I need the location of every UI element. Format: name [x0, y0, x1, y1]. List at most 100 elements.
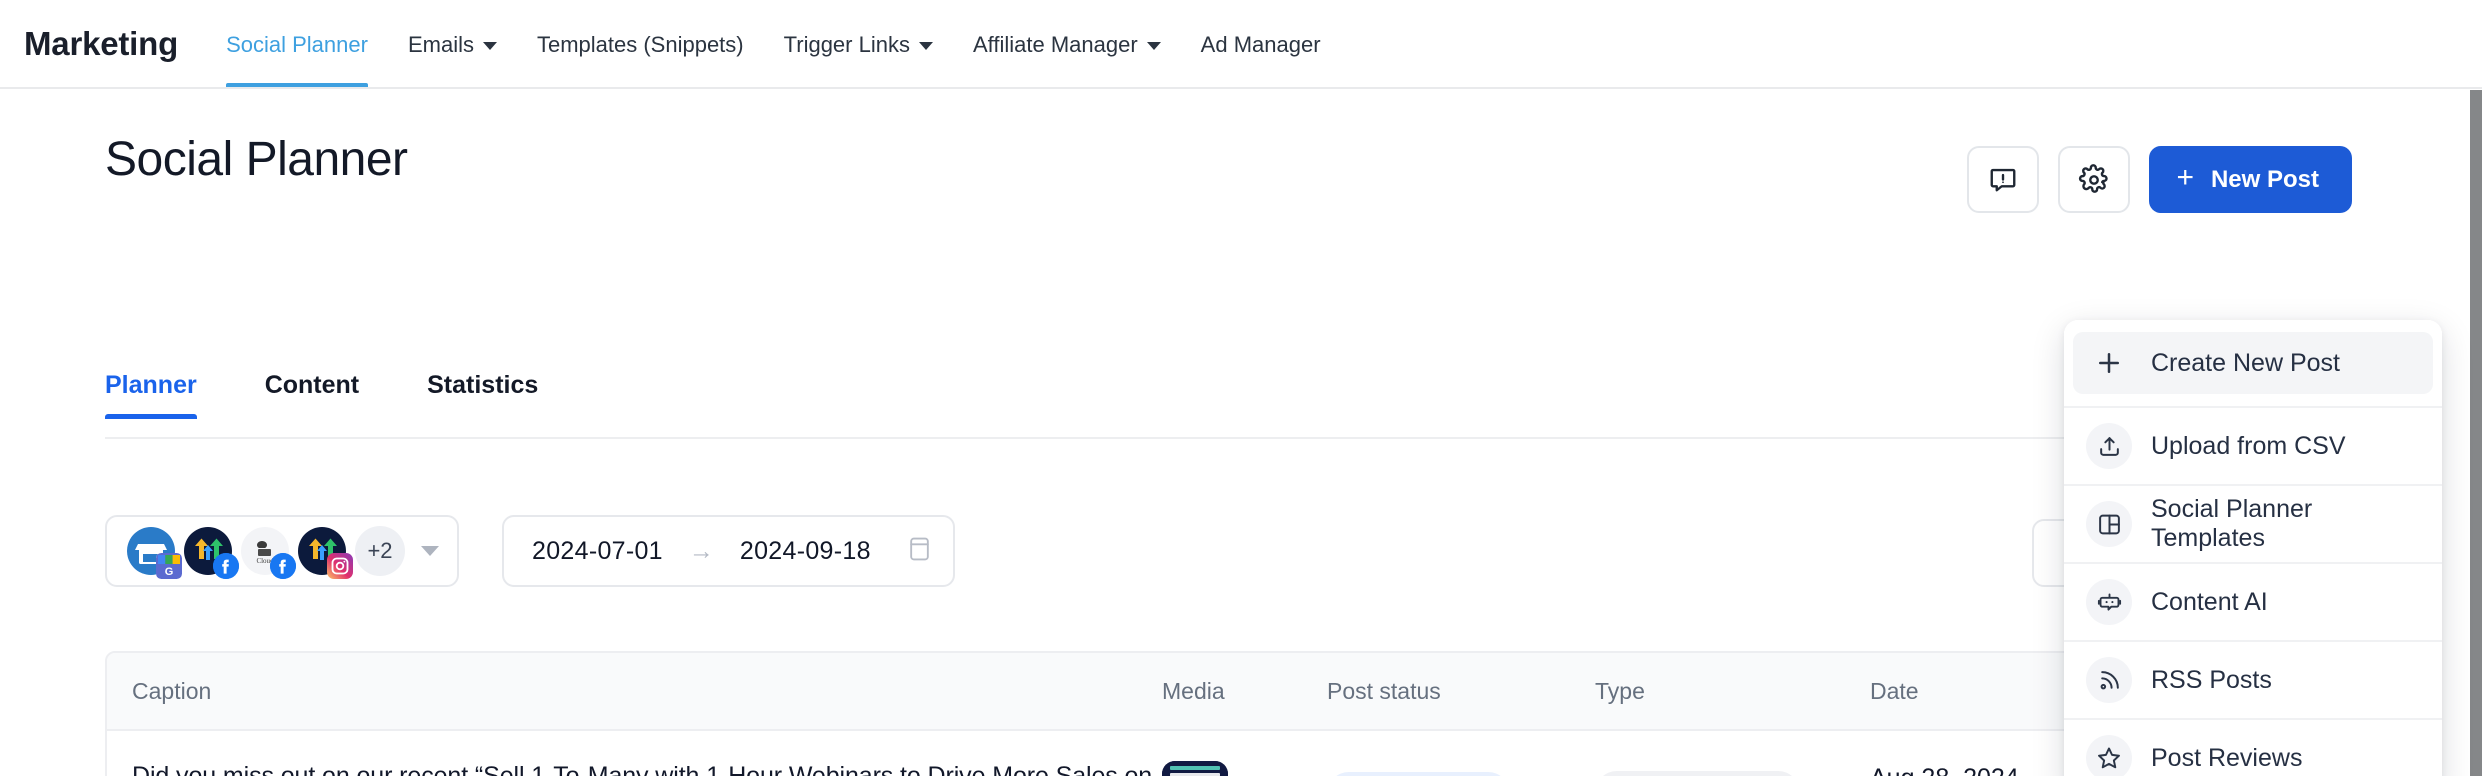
column-header-type: Type [1595, 678, 1870, 705]
plus-glyph [2094, 348, 2124, 378]
menu-item-label: RSS Posts [2151, 666, 2272, 695]
menu-item-label: Post Reviews [2151, 744, 2302, 773]
tab-planner[interactable]: Planner [105, 371, 197, 419]
menu-item-content-ai[interactable]: Content AI [2064, 562, 2442, 640]
new-post-button[interactable]: + New Post [2149, 146, 2352, 213]
menu-item-highlight: Create New Post [2073, 332, 2433, 394]
avatar-gmb-account: G [127, 527, 175, 575]
table-row[interactable]: Did you miss out on our recent “Sell 1-T… [107, 731, 2365, 776]
chevron-down-icon [1147, 42, 1161, 50]
primary-nav-list: Social Planner Emails Templates (Snippet… [206, 0, 1340, 87]
layout-template-icon [2086, 501, 2132, 547]
date-range-start[interactable]: 2024-07-01 [532, 537, 663, 566]
nav-item-label: Emails [408, 0, 474, 88]
nav-item-trigger-links[interactable]: Trigger Links [764, 0, 953, 87]
gmb-glyph: G [156, 553, 182, 579]
upload-glyph [2097, 434, 2122, 459]
nav-item-label: Trigger Links [784, 0, 910, 88]
scrollbar-top-gap [2470, 0, 2482, 89]
account-filter-select[interactable]: G [105, 515, 459, 587]
avatar-facebook-account-1 [184, 527, 232, 575]
app-brand-title: Marketing [24, 25, 178, 63]
nav-item-label: Social Planner [226, 0, 368, 88]
menu-item-rss-posts[interactable]: RSS Posts [2064, 640, 2442, 718]
type-badge: Post composer [1595, 771, 1800, 776]
nav-item-ad-manager[interactable]: Ad Manager [1181, 0, 1341, 87]
accounts-overflow-count: +2 [355, 526, 405, 576]
menu-item-create-new-post[interactable]: Create New Post [2064, 320, 2442, 406]
date-range-picker[interactable]: 2024-07-01 → 2024-09-18 [502, 515, 955, 587]
column-header-caption: Caption [107, 678, 1162, 705]
instagram-badge-icon [327, 553, 353, 579]
tab-label: Statistics [427, 371, 538, 399]
posts-table-header: Caption Media Post status Type Date [107, 653, 2365, 731]
tabs-divider [105, 437, 2365, 439]
nav-item-label: Affiliate Manager [973, 0, 1138, 88]
new-post-dropdown-menu: Create New Post Upload from CSV [2064, 320, 2442, 776]
column-header-media: Media [1162, 678, 1327, 705]
nav-item-label: Templates (Snippets) [537, 0, 744, 88]
upload-icon [2086, 423, 2132, 469]
tab-content[interactable]: Content [265, 371, 359, 419]
svg-text:G: G [165, 566, 174, 578]
posts-table: Caption Media Post status Type Date Did … [105, 651, 2367, 776]
menu-item-social-planner-templates[interactable]: Social Planner Templates [2064, 484, 2442, 562]
nav-item-label: Ad Manager [1201, 0, 1321, 88]
facebook-glyph [270, 553, 296, 579]
chevron-down-icon [919, 42, 933, 50]
status-badge-scheduled: Scheduled [1327, 772, 1510, 776]
page-title: Social Planner [105, 132, 408, 187]
column-header-post-status: Post status [1327, 678, 1595, 705]
robot-icon [2086, 579, 2132, 625]
page-tabs: Planner Content Statistics [105, 371, 606, 419]
gear-icon [2078, 164, 2110, 196]
nav-item-affiliate-manager[interactable]: Affiliate Manager [953, 0, 1181, 87]
page-header-actions: + New Post [1967, 146, 2352, 213]
plus-icon: + [2176, 163, 2194, 193]
plus-icon [2086, 340, 2132, 386]
calendar-icon[interactable] [907, 535, 932, 568]
menu-item-post-reviews[interactable]: Post Reviews [2064, 718, 2442, 776]
chevron-down-icon[interactable] [421, 546, 439, 556]
date-range-end[interactable]: 2024-09-18 [740, 537, 871, 566]
post-caption-text: Did you miss out on our recent “Sell 1-T… [132, 759, 1162, 776]
menu-item-upload-from-csv[interactable]: Upload from CSV [2064, 406, 2442, 484]
cell-type: Post composer [1595, 771, 1870, 776]
nav-item-templates-snippets[interactable]: Templates (Snippets) [517, 0, 764, 87]
page-scrollbar-thumb[interactable] [2470, 90, 2482, 776]
date-range-arrow-icon: → [689, 537, 714, 566]
rss-icon [2086, 657, 2132, 703]
nav-item-emails[interactable]: Emails [388, 0, 517, 87]
facebook-badge-icon [213, 553, 239, 579]
menu-item-label: Content AI [2151, 588, 2268, 617]
settings-button[interactable] [2058, 146, 2130, 213]
new-post-button-label: New Post [2211, 166, 2319, 194]
post-media-thumbnail[interactable] [1162, 761, 1228, 776]
star-glyph [2096, 745, 2122, 771]
tab-label: Content [265, 371, 359, 399]
robot-glyph [2097, 590, 2122, 615]
facebook-badge-icon [270, 553, 296, 579]
cell-post-status: Scheduled [1327, 772, 1595, 776]
avatar-instagram-account [298, 527, 346, 575]
cell-media [1162, 761, 1327, 776]
chevron-down-icon [483, 42, 497, 50]
rss-glyph [2097, 668, 2122, 693]
facebook-glyph [213, 553, 239, 579]
nav-item-social-planner[interactable]: Social Planner [206, 0, 388, 87]
menu-item-label: Create New Post [2151, 349, 2340, 378]
layout-template-glyph [2097, 512, 2122, 537]
google-business-badge-icon: G [156, 553, 182, 579]
star-icon [2086, 735, 2132, 776]
menu-item-label: Social Planner Templates [2151, 495, 2420, 553]
feedback-icon [1988, 165, 2018, 195]
calendar-glyph [907, 535, 932, 563]
tab-label: Planner [105, 371, 197, 399]
media-preview-image [1162, 761, 1228, 776]
avatar-the-cloud-account: Cloud [241, 527, 289, 575]
menu-item-label: Upload from CSV [2151, 432, 2346, 461]
app-root: Marketing Social Planner Emails Template… [0, 0, 2482, 776]
feedback-button[interactable] [1967, 146, 2039, 213]
cell-caption: Did you miss out on our recent “Sell 1-T… [107, 759, 1162, 776]
tab-statistics[interactable]: Statistics [427, 371, 538, 419]
